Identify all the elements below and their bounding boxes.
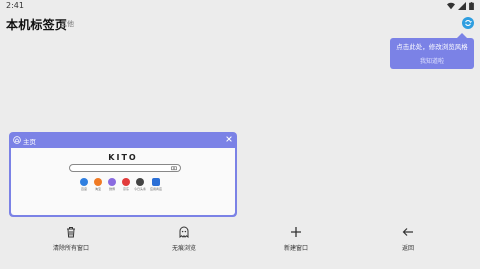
status-time: 2:41: [6, 1, 24, 10]
tab-card[interactable]: 主页 KITO 百度 淘宝 微博 京东 今日头条 应用商店: [9, 132, 237, 217]
back-button[interactable]: 返回: [378, 226, 438, 252]
camera-icon: [171, 166, 177, 171]
kito-logo: KITO: [108, 153, 138, 162]
close-icon[interactable]: [225, 135, 233, 143]
shortcut-item: 淘宝: [91, 178, 105, 191]
battery-icon: [469, 2, 474, 10]
sync-icon[interactable]: [462, 17, 474, 29]
shortcut-item: 百度: [77, 178, 91, 191]
incognito-button[interactable]: 无痕浏览: [154, 226, 214, 252]
weibo-icon: [108, 178, 116, 186]
app-store-icon: [152, 178, 160, 186]
new-window-button[interactable]: 新建窗口: [266, 226, 326, 252]
signal-icon: [458, 2, 466, 10]
tab-preview[interactable]: KITO 百度 淘宝 微博 京东 今日头条 应用商店: [11, 148, 235, 215]
incognito-label: 无痕浏览: [171, 245, 196, 252]
ghost-icon: [179, 226, 189, 238]
baidu-icon: [80, 178, 88, 186]
home-icon: [13, 136, 21, 144]
back-label: 返回: [401, 245, 414, 252]
bottom-toolbar: 清除所有窗口 无痕浏览 新建窗口 返回: [0, 226, 480, 256]
tip-ack-button[interactable]: 我知道啦: [390, 56, 474, 65]
clear-all-button[interactable]: 清除所有窗口: [41, 226, 101, 252]
tip-popup: 点击此处，修改浏览风格 我知道啦: [390, 33, 474, 69]
status-icons: [447, 2, 474, 10]
shortcut-item: 应用商店: [149, 178, 163, 191]
trash-icon: [67, 227, 75, 238]
taobao-icon: [94, 178, 102, 186]
plus-icon: [291, 227, 301, 237]
toutiao-icon: [136, 178, 144, 186]
shortcut-item: 微博: [105, 178, 119, 191]
clear-all-label: 清除所有窗口: [52, 245, 89, 252]
status-bar: 2:41: [0, 0, 480, 13]
tab-title: 主页: [23, 138, 36, 146]
new-window-label: 新建窗口: [283, 245, 308, 252]
shortcut-item: 今日头条: [133, 178, 147, 191]
shortcut-grid: 百度 淘宝 微博 京东 今日头条 应用商店: [69, 178, 179, 196]
preview-search-box: [69, 164, 181, 172]
tab-card-header: 主页: [9, 132, 237, 148]
tip-text: 点击此处，修改浏览风格: [396, 43, 468, 51]
arrow-left-icon: [402, 228, 413, 236]
wifi-icon: [447, 2, 455, 10]
other-tab-link[interactable]: 其他: [60, 19, 74, 29]
shortcut-item: 京东: [119, 178, 133, 191]
page-title: 本机标签页: [6, 18, 68, 32]
header: 本机标签页 其他: [0, 14, 480, 34]
jd-icon: [122, 178, 130, 186]
